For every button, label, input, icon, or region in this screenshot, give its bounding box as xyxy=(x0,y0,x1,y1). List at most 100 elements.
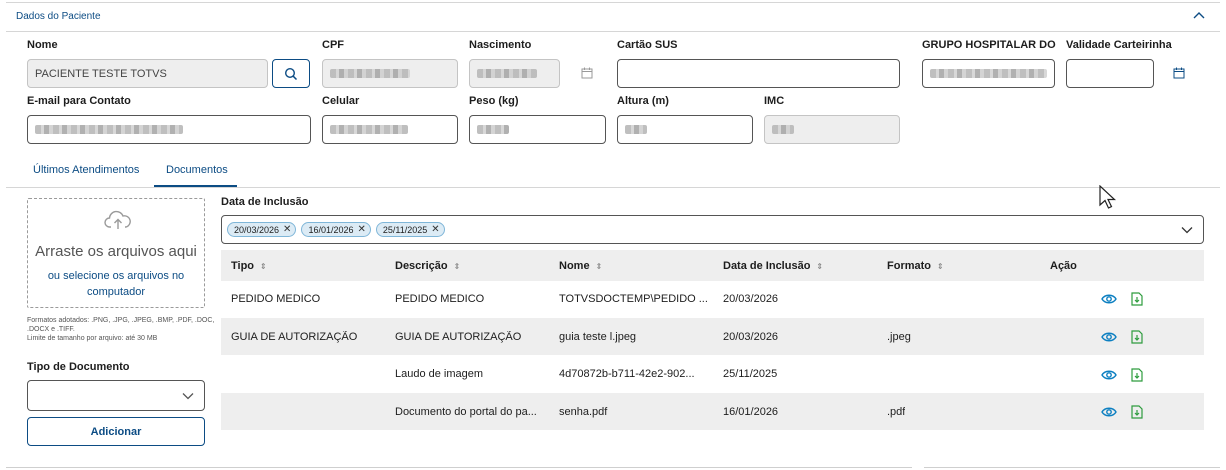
table-row[interactable]: GUIA DE AUTORIZAÇÃO GUIA DE AUTORIZAÇÃO … xyxy=(221,318,1204,355)
altura-blurred-value xyxy=(625,125,647,134)
validade-field[interactable] xyxy=(1066,59,1154,88)
formats-text: Formatos adotados: .PNG, .JPG, .JPEG, .B… xyxy=(27,317,215,333)
download-icon[interactable] xyxy=(1131,405,1143,419)
header-label: Tipo xyxy=(231,260,255,272)
cpf-label: CPF xyxy=(322,39,344,51)
cell-tipo: GUIA DE AUTORIZAÇÃO xyxy=(231,331,358,343)
cpf-field[interactable] xyxy=(322,59,458,88)
bottom-divider xyxy=(6,467,912,468)
column-header-formato[interactable]: Formato ⇕ xyxy=(887,260,944,272)
column-header-data[interactable]: Data de Inclusão ⇕ xyxy=(723,260,823,272)
cell-descricao: Laudo de imagem xyxy=(395,368,484,380)
imc-blurred-value xyxy=(772,125,794,134)
download-icon[interactable] xyxy=(1131,292,1143,306)
select-files-link[interactable]: ou selecione os arquivos no computador xyxy=(28,268,204,300)
calendar-icon[interactable] xyxy=(580,66,594,80)
tipo-documento-select[interactable] xyxy=(27,380,205,411)
close-icon[interactable]: ✕ xyxy=(357,224,365,235)
nome-field[interactable]: PACIENTE TESTE TOTVS xyxy=(27,59,268,88)
header-label: Formato xyxy=(887,260,931,272)
imc-field xyxy=(764,115,900,144)
panel-header[interactable]: Dados do Paciente xyxy=(6,2,1220,32)
sort-icon: ⇕ xyxy=(937,261,944,271)
peso-field[interactable] xyxy=(469,115,606,144)
date-chip: 16/01/2026 ✕ xyxy=(301,222,371,237)
close-icon[interactable]: ✕ xyxy=(431,224,439,235)
header-label: Ação xyxy=(1050,260,1077,272)
celular-field[interactable] xyxy=(322,115,458,144)
validade-calendar-icon[interactable] xyxy=(1172,66,1186,80)
tipo-documento-label: Tipo de Documento xyxy=(27,361,130,373)
validade-label: Validade Carteirinha xyxy=(1066,39,1172,51)
search-patient-button[interactable] xyxy=(272,59,310,88)
eye-icon[interactable] xyxy=(1101,406,1117,418)
cartao-sus-field[interactable] xyxy=(617,59,900,88)
date-filter-multiselect[interactable]: 20/03/2026 ✕ 16/01/2026 ✕ 25/11/2025 ✕ xyxy=(221,215,1204,244)
email-field[interactable] xyxy=(27,115,311,144)
date-chip-label: 20/03/2026 xyxy=(234,224,280,235)
panel-title: Dados do Paciente xyxy=(16,11,101,22)
header-label: Descrição xyxy=(395,260,448,272)
cell-tipo: PEDIDO MEDICO xyxy=(231,293,321,305)
imc-label: IMC xyxy=(764,95,785,107)
date-chip: 20/03/2026 ✕ xyxy=(227,222,297,237)
column-header-acao: Ação xyxy=(1050,260,1077,272)
upload-title: Arraste os arquivos aqui xyxy=(35,243,197,260)
date-chip: 25/11/2025 ✕ xyxy=(375,222,445,237)
table-row[interactable]: PEDIDO MEDICO PEDIDO MEDICO TOTVSDOCTEMP… xyxy=(221,281,1204,318)
cell-data: 20/03/2026 xyxy=(723,293,779,305)
cell-nome: 4d70872b-b711-42e2-902... xyxy=(559,368,695,380)
nome-label: Nome xyxy=(27,39,58,51)
mouse-cursor-icon xyxy=(1099,185,1117,209)
column-header-descricao[interactable]: Descrição ⇕ xyxy=(395,260,460,272)
cell-data: 20/03/2026 xyxy=(723,331,779,343)
add-document-button[interactable]: Adicionar xyxy=(27,417,205,446)
size-limit-text: Limite de tamanho por arquivo: até 30 MB xyxy=(27,335,158,342)
altura-field[interactable] xyxy=(617,115,753,144)
table-row[interactable]: Laudo de imagem 4d70872b-b711-42e2-902..… xyxy=(221,355,1204,392)
altura-label: Altura (m) xyxy=(617,95,669,107)
file-drop-zone[interactable]: Arraste os arquivos aqui ou selecione os… xyxy=(27,198,205,308)
cell-descricao: GUIA DE AUTORIZAÇÃO xyxy=(395,331,522,343)
header-label: Nome xyxy=(559,260,590,272)
celular-blurred-value xyxy=(330,125,408,134)
celular-label: Celular xyxy=(322,95,360,107)
cell-descricao: PEDIDO MEDICO xyxy=(395,293,485,305)
tab-documentos[interactable]: Documentos xyxy=(166,164,228,176)
bottom-divider xyxy=(924,467,1220,468)
grupo-blurred-value xyxy=(930,69,1047,78)
eye-icon[interactable] xyxy=(1101,331,1117,343)
date-chip-label: 16/01/2026 xyxy=(308,224,354,235)
eye-icon[interactable] xyxy=(1101,369,1117,381)
nascimento-label: Nascimento xyxy=(469,39,532,51)
column-header-tipo[interactable]: Tipo ⇕ xyxy=(231,260,267,272)
download-icon[interactable] xyxy=(1131,330,1143,344)
tabs-divider xyxy=(6,187,1220,188)
header-label: Data de Inclusão xyxy=(723,260,811,272)
date-chip-label: 25/11/2025 xyxy=(382,224,428,235)
chevron-down-icon[interactable] xyxy=(1181,226,1193,234)
eye-icon[interactable] xyxy=(1101,293,1117,305)
grupo-field[interactable] xyxy=(922,59,1055,88)
grupo-label: GRUPO HOSPITALAR DO xyxy=(922,39,1056,51)
download-icon[interactable] xyxy=(1131,368,1143,382)
nascimento-field[interactable] xyxy=(469,59,560,88)
tab-ultimos-atendimentos[interactable]: Últimos Atendimentos xyxy=(33,164,139,176)
column-header-nome[interactable]: Nome ⇕ xyxy=(559,260,602,272)
sort-icon: ⇕ xyxy=(453,261,461,271)
table-row[interactable]: Documento do portal do pa... senha.pdf 1… xyxy=(221,393,1204,430)
chevron-up-icon[interactable] xyxy=(1192,9,1206,23)
email-label: E-mail para Contato xyxy=(27,95,131,107)
cpf-blurred-value xyxy=(330,69,410,78)
search-icon xyxy=(284,67,298,80)
cloud-upload-icon xyxy=(104,210,131,229)
cell-nome: senha.pdf xyxy=(559,406,608,418)
peso-blurred-value xyxy=(477,125,509,134)
cell-formato: .jpeg xyxy=(887,331,911,343)
peso-label: Peso (kg) xyxy=(469,95,519,107)
cell-formato: .pdf xyxy=(887,406,906,418)
close-icon[interactable]: ✕ xyxy=(283,224,291,235)
nome-value: PACIENTE TESTE TOTVS xyxy=(35,67,167,80)
sort-icon: ⇕ xyxy=(595,261,603,271)
data-inclusao-label: Data de Inclusão xyxy=(221,196,309,208)
